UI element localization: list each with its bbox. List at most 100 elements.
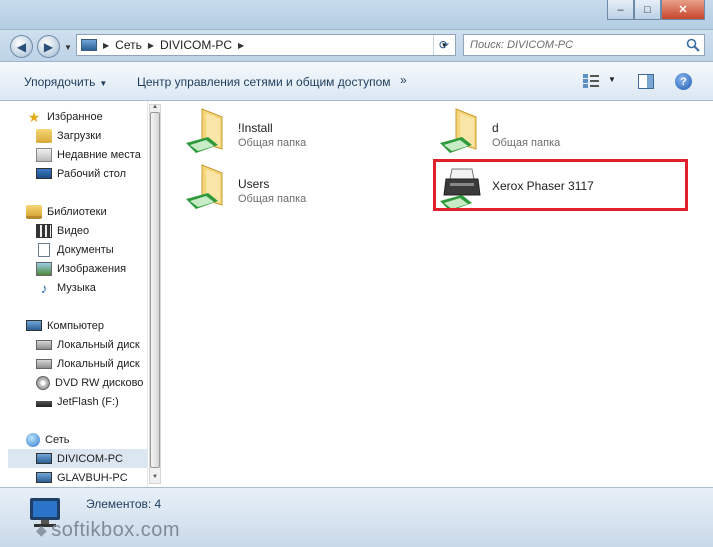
shared-folder-icon [438, 107, 486, 155]
share-item-users[interactable]: Users Общая папка [184, 163, 306, 211]
sidebar-group-label: Избранное [47, 110, 103, 123]
softikbox-watermark: ◆ softikbox.com [36, 519, 180, 542]
preview-pane-icon[interactable] [638, 74, 654, 89]
share-item-install[interactable]: !Install Общая папка [184, 107, 306, 155]
change-view-icon[interactable] [582, 73, 600, 89]
share-item-d[interactable]: d Общая папка [438, 107, 560, 155]
back-button[interactable]: ◀ [10, 35, 33, 58]
view-options-dropdown-icon[interactable]: ▼ [608, 75, 616, 84]
star-icon: ★ [27, 108, 41, 125]
shared-folder-icon [184, 107, 232, 155]
sidebar-item-label: JetFlash (F:) [57, 395, 119, 408]
pictures-library-icon [36, 261, 52, 276]
sidebar-item-video[interactable]: Видео [36, 221, 147, 240]
forward-arrow-icon: ▶ [43, 39, 54, 54]
network-computer-icon [36, 472, 52, 483]
sidebar-item-dvd-drive[interactable]: DVD RW дисково [36, 373, 147, 392]
breadcrumb-network[interactable]: Сеть [115, 38, 142, 52]
recent-places-icon [36, 147, 52, 162]
sidebar-item-local-disk-d[interactable]: Локальный диск [36, 354, 147, 373]
desktop-icon [36, 168, 52, 179]
local-disk-icon [36, 339, 52, 350]
help-icon[interactable]: ? [675, 73, 692, 90]
local-disk-icon [36, 358, 52, 369]
maximize-button[interactable]: □ [634, 0, 661, 20]
music-note-icon: ♪ [40, 279, 48, 296]
network-center-button[interactable]: Центр управления сетями и общим доступом [137, 75, 391, 89]
search-box[interactable] [463, 34, 705, 56]
sidebar-item-downloads[interactable]: Загрузки [36, 126, 147, 145]
scroll-up-icon[interactable]: ▲ [149, 104, 161, 112]
computer-icon [26, 320, 42, 331]
documents-library-icon [38, 242, 50, 257]
sidebar-group-network[interactable]: Сеть [26, 430, 147, 449]
sidebar-group-favorites[interactable]: ★ Избранное [26, 107, 147, 126]
command-bar: Упорядочить ▼ Центр управления сетями и о… [0, 62, 713, 101]
sidebar-item-jetflash[interactable]: JetFlash (F:) [36, 392, 147, 411]
breadcrumb-separator-icon: ▶ [147, 40, 155, 50]
address-bar[interactable]: ▶ Сеть ▶ DIVICOM-PC ▶ ▼ [76, 34, 456, 56]
refresh-icon: ⟳ [438, 38, 450, 52]
share-type: Общая папка [238, 137, 307, 149]
close-button[interactable]: ✕ [661, 0, 705, 20]
more-commands-button[interactable]: » [400, 73, 407, 87]
share-type: Общая папка [492, 137, 561, 149]
sidebar-item-desktop[interactable]: Рабочий стол [36, 164, 147, 183]
libraries-icon [26, 204, 42, 219]
sidebar-item-documents[interactable]: Документы [36, 240, 147, 259]
double-chevron-icon: » [400, 73, 407, 87]
video-library-icon [36, 223, 52, 238]
network-center-label: Центр управления сетями и общим доступом [137, 75, 391, 89]
sidebar-item-label: DIVICOM-PC [57, 452, 123, 465]
share-type: Общая папка [238, 193, 307, 205]
sidebar-item-label: Документы [57, 243, 114, 256]
sidebar-item-glavbuh-pc[interactable]: GLAVBUH-PC [36, 468, 147, 487]
sidebar-item-recent-places[interactable]: Недавние места [36, 145, 147, 164]
recent-pages-dropdown-icon[interactable]: ▼ [64, 43, 72, 52]
sidebar-group-computer[interactable]: Компьютер [26, 316, 147, 335]
refresh-button[interactable]: ⟳ [432, 35, 456, 55]
breadcrumb-separator-icon: ▶ [103, 40, 110, 50]
item-count-text: Элементов: 4 [86, 497, 162, 511]
network-globe-icon [26, 432, 40, 447]
share-name: Users [238, 177, 270, 191]
breadcrumb-separator-icon[interactable]: ▶ [238, 41, 244, 50]
minimize-button[interactable]: – [607, 0, 634, 20]
shared-folder-icon [184, 163, 232, 211]
printer-highlight-box [433, 159, 688, 211]
navigation-pane: ★ Избранное Загрузки Недавние места Рабо… [8, 101, 147, 487]
sidebar-group-label: Библиотеки [47, 205, 107, 218]
search-icon[interactable] [682, 35, 704, 55]
share-name: !Install [238, 121, 273, 135]
scroll-down-icon[interactable]: ▼ [149, 474, 161, 482]
network-computer-icon [36, 453, 52, 464]
window-controls: – □ ✕ [607, 0, 705, 20]
search-input[interactable] [470, 37, 675, 53]
sidebar-item-label: Видео [57, 224, 90, 237]
sidebar-group-label: Сеть [45, 433, 70, 446]
dvd-drive-icon [36, 375, 50, 390]
details-pane: Элементов: 4 ◆ softikbox.com [0, 487, 713, 547]
organize-label: Упорядочить [24, 75, 96, 89]
sidebar-item-divicom-pc[interactable]: DIVICOM-PC [8, 449, 147, 468]
watermark-logo-icon: ◆ [36, 522, 48, 538]
sidebar-item-label: Музыка [57, 281, 96, 294]
title-bar: – □ ✕ [0, 0, 713, 30]
sidebar-item-label: Рабочий стол [57, 167, 127, 180]
sidebar-scroll-thumb[interactable] [150, 112, 160, 468]
organize-menu[interactable]: Упорядочить ▼ [24, 75, 107, 89]
sidebar-item-music[interactable]: ♪ Музыка [36, 278, 147, 297]
sidebar-item-label: Локальный диск [57, 338, 140, 351]
sidebar-item-label: DVD RW дисково [55, 376, 144, 389]
sidebar-item-label: Изображения [57, 262, 127, 275]
network-computer-icon [81, 39, 97, 51]
breadcrumb-divicom-pc[interactable]: DIVICOM-PC [160, 38, 232, 52]
sidebar-group-libraries[interactable]: Библиотеки [26, 202, 147, 221]
sidebar-item-pictures[interactable]: Изображения [36, 259, 147, 278]
sidebar-item-label: GLAVBUH-PC [57, 471, 128, 484]
forward-button[interactable]: ▶ [37, 35, 60, 58]
sidebar-item-label: Загрузки [57, 129, 102, 142]
share-name: d [492, 121, 499, 135]
sidebar-item-local-disk-c[interactable]: Локальный диск [36, 335, 147, 354]
sidebar-group-label: Компьютер [47, 319, 104, 332]
